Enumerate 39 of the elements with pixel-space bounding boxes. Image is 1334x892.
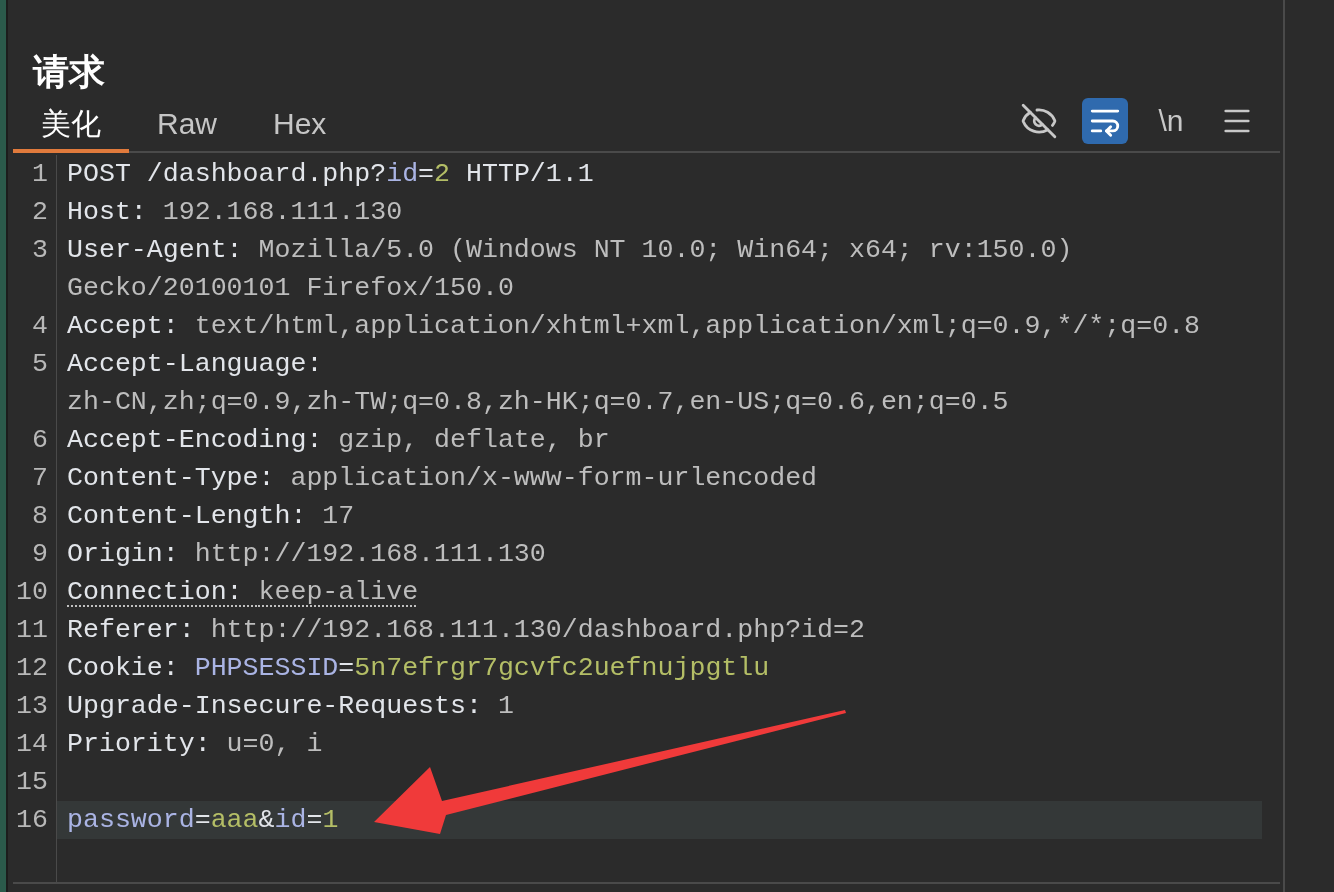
- line-number: 6: [31, 424, 49, 457]
- code-line: Accept-Language:: [66, 348, 324, 381]
- line-number: 10: [15, 576, 49, 609]
- line-number: 15: [15, 766, 49, 799]
- newline-toggle[interactable]: \n: [1148, 97, 1194, 144]
- line-number: 4: [31, 310, 49, 343]
- line-number: 8: [31, 500, 49, 533]
- code-line: Host: 192.168.111.130: [66, 196, 404, 229]
- line-number: 16: [15, 804, 49, 837]
- code-line: Upgrade-Insecure-Requests: 1: [66, 690, 515, 723]
- line-number: 12: [15, 652, 49, 685]
- code-line: Referer: http://192.168.111.130/dashboard.php?id=2: [66, 614, 866, 647]
- tab[interactable]: Hex: [245, 98, 355, 153]
- code-line: Connection: keep-alive: [66, 576, 420, 609]
- code-line: zh-CN,zh;q=0.9,zh-TW;q=0.8,zh-HK;q=0.7,en-US;q=0.6,en;q=0.5: [66, 386, 1010, 419]
- code-line: Content-Type: application/x-www-form-urlencoded: [66, 462, 819, 495]
- code-line: Gecko/20100101 Firefox/150.0: [66, 272, 515, 305]
- code-line: Origin: http://192.168.111.130: [66, 538, 547, 571]
- panel-title: 请求: [33, 54, 105, 90]
- code-line: POST /dashboard.php?id=2 HTTP/1.1: [66, 158, 595, 191]
- tab[interactable]: Raw: [129, 98, 245, 153]
- line-number: 1: [31, 158, 49, 191]
- code-line: Accept-Encoding: gzip, deflate, br: [66, 424, 611, 457]
- code-line: Cookie: PHPSESSID=5n7efrgr7gcvfc2uefnujpgtlu: [66, 652, 771, 685]
- code-line: Priority: u=0, i: [66, 728, 324, 761]
- code-line: Accept: text/html,application/xhtml+xml,application/xml;q=0.9,*/*;q=0.8: [66, 310, 1202, 343]
- line-number: 9: [31, 538, 49, 571]
- line-number: 14: [15, 728, 49, 761]
- tab[interactable]: 美化: [13, 98, 129, 153]
- line-number: 5: [31, 348, 49, 381]
- line-number: 11: [15, 614, 49, 647]
- wrap-toggle[interactable]: [1082, 97, 1128, 144]
- line-number: 3: [31, 234, 49, 267]
- eye-off-icon: [1020, 101, 1058, 140]
- line-number: 2: [31, 196, 49, 229]
- code-line: Content-Length: 17: [66, 500, 356, 533]
- line-number: 7: [31, 462, 49, 495]
- code-line: User-Agent: Mozilla/5.0 (Windows NT 10.0; Win64; x64; rv:150.0): [66, 234, 1074, 267]
- line-number: 13: [15, 690, 49, 723]
